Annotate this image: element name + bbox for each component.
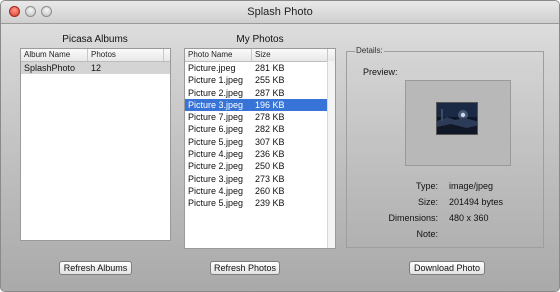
details-legend: Details: xyxy=(355,46,384,55)
photo-row[interactable]: Picture 4.jpeg 260 KB xyxy=(185,185,335,197)
photo-size-cell: 278 KB xyxy=(255,112,285,123)
photo-size-cell: 239 KB xyxy=(255,198,285,209)
photo-size-cell: 281 KB xyxy=(255,63,285,73)
photo-name-cell: Picture 4.jpeg xyxy=(188,149,244,160)
albums-column-header[interactable]: Album Name xyxy=(21,49,88,61)
photo-name-cell: Picture 7.jpeg xyxy=(188,112,244,123)
photo-preview-image xyxy=(436,102,478,135)
window-title: Splash Photo xyxy=(247,6,313,18)
photo-size-cell: 260 KB xyxy=(255,185,285,196)
photo-size-cell: 255 KB xyxy=(255,75,285,86)
photo-size-cell: 287 KB xyxy=(255,87,285,98)
photo-row[interactable]: Picture.jpeg 281 KB xyxy=(185,62,335,74)
size-value: 201494 bytes xyxy=(449,197,504,207)
photos-table-header: Photo Name Size xyxy=(185,49,335,62)
title-bar[interactable]: Splash Photo xyxy=(1,1,559,24)
refresh-albums-button[interactable]: Refresh Albums xyxy=(59,261,132,275)
photos-pane-title: My Photos xyxy=(236,34,284,45)
photo-row[interactable]: Picture 3.jpeg 273 KB xyxy=(185,173,335,185)
photo-row[interactable]: Picture 3.jpeg 196 KB xyxy=(185,98,335,112)
photos-column-header[interactable]: Photo Name xyxy=(185,49,252,61)
refresh-photos-button[interactable]: Refresh Photos xyxy=(210,261,280,275)
photo-name-cell: Picture 5.jpeg xyxy=(188,198,244,209)
photo-size-cell: 250 KB xyxy=(255,161,285,172)
albums-table: Album Name Photos SplashPhoto 12 xyxy=(20,48,171,241)
size-label: Size: xyxy=(417,197,438,207)
photo-name-cell: Picture 1.jpeg xyxy=(188,75,244,86)
photo-row[interactable]: Picture 4.jpeg 236 KB xyxy=(185,148,335,160)
dimensions-value: 480 x 360 xyxy=(449,213,489,223)
photo-size-cell: 273 KB xyxy=(255,173,285,184)
photo-size-cell: 307 KB xyxy=(255,136,285,147)
photo-size-cell: 196 KB xyxy=(255,99,285,110)
photo-size-cell: 236 KB xyxy=(255,149,285,160)
photo-name-cell: Picture 4.jpeg xyxy=(188,185,244,196)
photo-size-cell: 282 KB xyxy=(255,124,285,135)
album-photos-cell: 12 xyxy=(91,63,102,73)
photos-table-body: Picture.jpeg 281 KB Picture 1.jpeg 255 KB Pi… xyxy=(185,62,335,210)
albums-table-body: SplashPhoto 12 xyxy=(21,62,170,75)
app-window: Splash Photo Picasa Albums Album Name Ph… xyxy=(0,0,560,292)
photo-name-cell: Picture 3.jpeg xyxy=(188,99,244,110)
photo-row[interactable]: Picture 5.jpeg 239 KB xyxy=(185,197,335,209)
photos-scrollbar[interactable] xyxy=(327,61,335,248)
albums-table-header: Album Name Photos xyxy=(21,49,170,62)
photo-row[interactable]: Picture 2.jpeg 250 KB xyxy=(185,160,335,172)
preview-label: Preview: xyxy=(363,67,398,77)
photo-name-cell: Picture 2.jpeg xyxy=(188,161,244,172)
photo-row[interactable]: Picture 5.jpeg 307 KB xyxy=(185,136,335,148)
photo-name-cell: Picture.jpeg xyxy=(188,63,236,73)
download-photo-button[interactable]: Download Photo xyxy=(409,261,485,275)
photo-row[interactable]: Picture 2.jpeg 287 KB xyxy=(185,87,335,99)
photo-row[interactable]: Picture 7.jpeg 278 KB xyxy=(185,111,335,123)
type-value: image/jpeg xyxy=(449,181,494,191)
photo-name-cell: Picture 2.jpeg xyxy=(188,87,244,98)
note-label: Note: xyxy=(416,229,438,239)
type-label: Type: xyxy=(415,181,438,191)
album-name-cell: SplashPhoto xyxy=(24,63,76,73)
photo-name-cell: Picture 6.jpeg xyxy=(188,124,244,135)
photo-name-cell: Picture 5.jpeg xyxy=(188,136,244,147)
photo-name-cell: Picture 3.jpeg xyxy=(188,173,244,184)
photo-row[interactable]: Picture 6.jpeg 282 KB xyxy=(185,123,335,135)
photo-row[interactable]: Picture 1.jpeg 255 KB xyxy=(185,74,335,86)
preview-frame xyxy=(405,80,511,166)
albums-column-header[interactable]: Photos xyxy=(88,49,164,61)
album-row[interactable]: SplashPhoto 12 xyxy=(21,62,170,75)
photos-column-header[interactable]: Size xyxy=(252,49,328,61)
photos-table: Photo Name Size Picture.jpeg 281 KB Pictur… xyxy=(184,48,336,249)
albums-pane-title: Picasa Albums xyxy=(62,34,128,45)
dimensions-label: Dimensions: xyxy=(388,213,438,223)
